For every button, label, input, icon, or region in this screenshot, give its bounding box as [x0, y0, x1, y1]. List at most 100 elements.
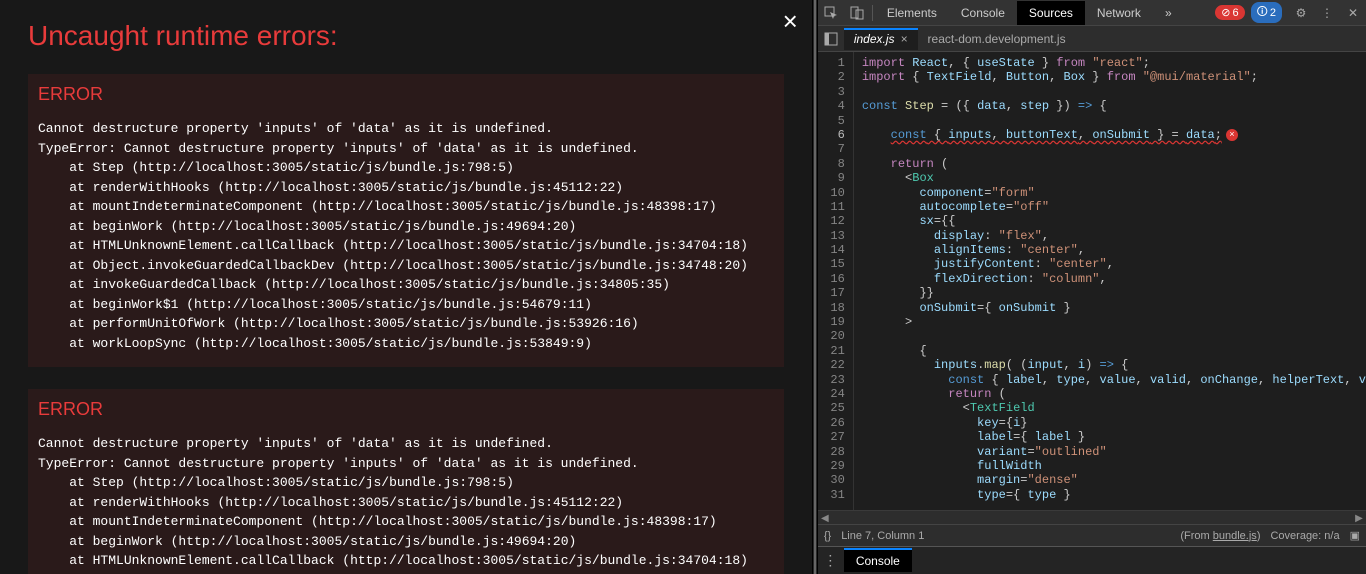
info-count-badge[interactable]: 🛈 2	[1251, 2, 1282, 23]
line-gutter: 1234567891011121314151617181920212223242…	[818, 52, 854, 510]
code-line[interactable]: margin="dense"	[862, 473, 1366, 487]
line-number[interactable]: 22	[818, 358, 853, 372]
code-line[interactable]: component="form"	[862, 186, 1366, 200]
code-line[interactable]: <TextField	[862, 401, 1366, 415]
code-line[interactable]	[862, 85, 1366, 99]
error-badge-count: 6	[1233, 7, 1239, 19]
file-tab-index-js[interactable]: index.js ×	[844, 28, 918, 50]
line-number[interactable]: 18	[818, 301, 853, 315]
code-line[interactable]: return (	[862, 387, 1366, 401]
scroll-right-icon[interactable]: ▶	[1352, 511, 1366, 525]
kebab-icon[interactable]: ⋮	[1314, 1, 1340, 25]
line-number[interactable]: 5	[818, 114, 853, 128]
line-number[interactable]: 1	[818, 56, 853, 70]
coverage-icon[interactable]: ▣	[1350, 529, 1360, 542]
code-line[interactable]: inputs.map( (input, i) => {	[862, 358, 1366, 372]
line-number[interactable]: 16	[818, 272, 853, 286]
line-number[interactable]: 20	[818, 329, 853, 343]
source-link[interactable]: bundle.js	[1213, 530, 1257, 542]
devtools-panel: Elements Console Sources Network » ⊘ 6 🛈…	[818, 0, 1366, 574]
line-number[interactable]: 25	[818, 401, 853, 415]
code-line[interactable]: autocomplete="off"	[862, 200, 1366, 214]
close-devtools-icon[interactable]: ✕	[1340, 1, 1366, 25]
code-line[interactable]: fullWidth	[862, 459, 1366, 473]
code-line[interactable]: key={i}	[862, 416, 1366, 430]
line-number[interactable]: 29	[818, 459, 853, 473]
code-line[interactable]: alignItems: "center",	[862, 243, 1366, 257]
close-tab-icon[interactable]: ×	[901, 32, 908, 46]
device-toggle-icon[interactable]	[844, 1, 870, 25]
runtime-error-overlay: × Uncaught runtime errors: ERROR Cannot …	[0, 0, 812, 574]
error-badge-icon: ⊘	[1221, 6, 1230, 19]
file-tab-react-dom[interactable]: react-dom.development.js	[918, 28, 1076, 50]
line-number[interactable]: 9	[818, 171, 853, 185]
tab-sources[interactable]: Sources	[1017, 1, 1085, 25]
line-number[interactable]: 15	[818, 257, 853, 271]
line-number[interactable]: 26	[818, 416, 853, 430]
line-number[interactable]: 6	[818, 128, 853, 142]
error-heading: ERROR	[38, 399, 774, 420]
line-number[interactable]: 8	[818, 157, 853, 171]
scroll-left-icon[interactable]: ◀	[818, 511, 832, 525]
tab-elements[interactable]: Elements	[875, 1, 949, 25]
drawer-tab-console[interactable]: Console	[844, 548, 912, 572]
tabs-overflow-icon[interactable]: »	[1153, 1, 1184, 25]
code-line[interactable]: const Step = ({ data, step }) => {	[862, 99, 1366, 113]
inspect-icon[interactable]	[818, 1, 844, 25]
line-number[interactable]: 31	[818, 488, 853, 502]
error-count-badge[interactable]: ⊘ 6	[1215, 5, 1244, 20]
code-line[interactable]: >	[862, 315, 1366, 329]
code-line[interactable]: const { inputs, buttonText, onSubmit } =…	[862, 128, 1366, 142]
code-line[interactable]: variant="outlined"	[862, 445, 1366, 459]
code-line[interactable]: {	[862, 344, 1366, 358]
code-line[interactable]: return (	[862, 157, 1366, 171]
code-line[interactable]	[862, 114, 1366, 128]
code-line[interactable]: onSubmit={ onSubmit }	[862, 301, 1366, 315]
error-heading: ERROR	[38, 84, 774, 105]
line-number[interactable]: 17	[818, 286, 853, 300]
code-line[interactable]: flexDirection: "column",	[862, 272, 1366, 286]
line-number[interactable]: 11	[818, 200, 853, 214]
info-badge-count: 2	[1270, 7, 1276, 19]
line-number[interactable]: 3	[818, 85, 853, 99]
close-icon[interactable]: ×	[783, 6, 798, 37]
line-number[interactable]: 13	[818, 229, 853, 243]
code-line[interactable]: sx={{	[862, 214, 1366, 228]
line-number[interactable]: 10	[818, 186, 853, 200]
drawer-kebab-icon[interactable]: ⋮	[818, 552, 844, 569]
line-number[interactable]: 14	[818, 243, 853, 257]
code-editor[interactable]: 1234567891011121314151617181920212223242…	[818, 52, 1366, 510]
code-line[interactable]: label={ label }	[862, 430, 1366, 444]
code-line[interactable]: }}	[862, 286, 1366, 300]
pretty-print-icon[interactable]: {}	[824, 530, 831, 542]
code-content[interactable]: import React, { useState } from "react";…	[854, 52, 1366, 510]
code-line[interactable]: const { label, type, value, valid, onCha…	[862, 373, 1366, 387]
line-number[interactable]: 27	[818, 430, 853, 444]
code-line[interactable]: justifyContent: "center",	[862, 257, 1366, 271]
horizontal-scrollbar[interactable]: ◀ ▶	[818, 510, 1366, 524]
line-number[interactable]: 4	[818, 99, 853, 113]
line-number[interactable]: 2	[818, 70, 853, 84]
info-badge-icon: 🛈	[1257, 3, 1268, 22]
devtools-tabbar: Elements Console Sources Network » ⊘ 6 🛈…	[818, 0, 1366, 26]
line-number[interactable]: 7	[818, 142, 853, 156]
code-line[interactable]	[862, 142, 1366, 156]
code-line[interactable]: display: "flex",	[862, 229, 1366, 243]
tab-console[interactable]: Console	[949, 1, 1017, 25]
gear-icon[interactable]: ⚙	[1288, 1, 1314, 25]
coverage-status: Coverage: n/a	[1270, 530, 1339, 542]
line-number[interactable]: 28	[818, 445, 853, 459]
tab-network[interactable]: Network	[1085, 1, 1153, 25]
code-line[interactable]: <Box	[862, 171, 1366, 185]
code-line[interactable]	[862, 329, 1366, 343]
code-line[interactable]: import { TextField, Button, Box } from "…	[862, 70, 1366, 84]
code-line[interactable]: import React, { useState } from "react";	[862, 56, 1366, 70]
line-number[interactable]: 21	[818, 344, 853, 358]
line-number[interactable]: 23	[818, 373, 853, 387]
toggle-navigator-icon[interactable]	[818, 27, 844, 51]
line-number[interactable]: 19	[818, 315, 853, 329]
line-number[interactable]: 30	[818, 473, 853, 487]
line-number[interactable]: 12	[818, 214, 853, 228]
line-number[interactable]: 24	[818, 387, 853, 401]
code-line[interactable]: type={ type }	[862, 488, 1366, 502]
